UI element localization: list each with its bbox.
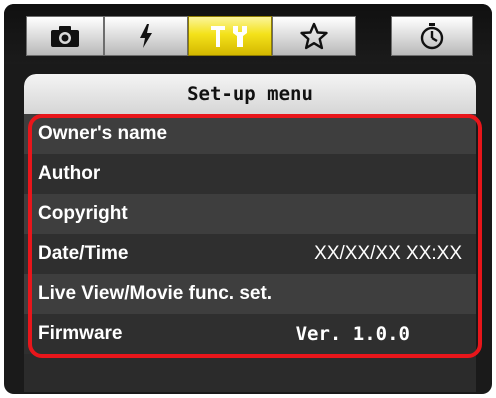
- tab-flash[interactable]: [104, 16, 188, 56]
- menu-item-owners-name[interactable]: Owner's name: [24, 114, 476, 154]
- menu-item-date-time[interactable]: Date/Time XX/XX/XX XX:XX: [24, 234, 476, 274]
- date-time-value: XX/XX/XX XX:XX: [314, 243, 462, 264]
- menu-item-label: Date/Time: [38, 243, 129, 264]
- menu-item-label: Copyright: [38, 203, 128, 224]
- camera-menu-screen: Set-up menu Owner's name Author Copyrigh…: [4, 4, 492, 394]
- tab-timer[interactable]: [391, 16, 473, 56]
- menu-item-live-view-movie[interactable]: Live View/Movie func. set.: [24, 274, 476, 314]
- tab-mymenu[interactable]: [272, 16, 356, 56]
- camera-icon: [51, 26, 79, 47]
- tab-setup[interactable]: [188, 16, 272, 56]
- flash-icon: [140, 24, 152, 48]
- star-icon: [300, 22, 328, 50]
- menu-item-copyright[interactable]: Copyright: [24, 194, 476, 234]
- menu-item-firmware[interactable]: Firmware Ver. 1.0.0: [24, 314, 476, 354]
- menu-title: Set-up menu: [24, 74, 476, 114]
- menu-item-label: Owner's name: [38, 123, 168, 144]
- wrench-icon: [211, 26, 247, 47]
- menu-item-label: Live View/Movie func. set.: [38, 283, 273, 304]
- menu-tab-bar: [4, 4, 492, 64]
- menu-item-author[interactable]: Author: [24, 154, 476, 194]
- menu-empty-area: [24, 354, 476, 392]
- firmware-version-value: Ver. 1.0.0: [295, 323, 410, 345]
- setup-menu-panel: Set-up menu Owner's name Author Copyrigh…: [24, 74, 476, 392]
- tab-shooting[interactable]: [26, 16, 104, 56]
- menu-item-label: Firmware: [38, 323, 123, 344]
- menu-item-label: Author: [38, 163, 101, 184]
- timer-icon: [420, 23, 444, 50]
